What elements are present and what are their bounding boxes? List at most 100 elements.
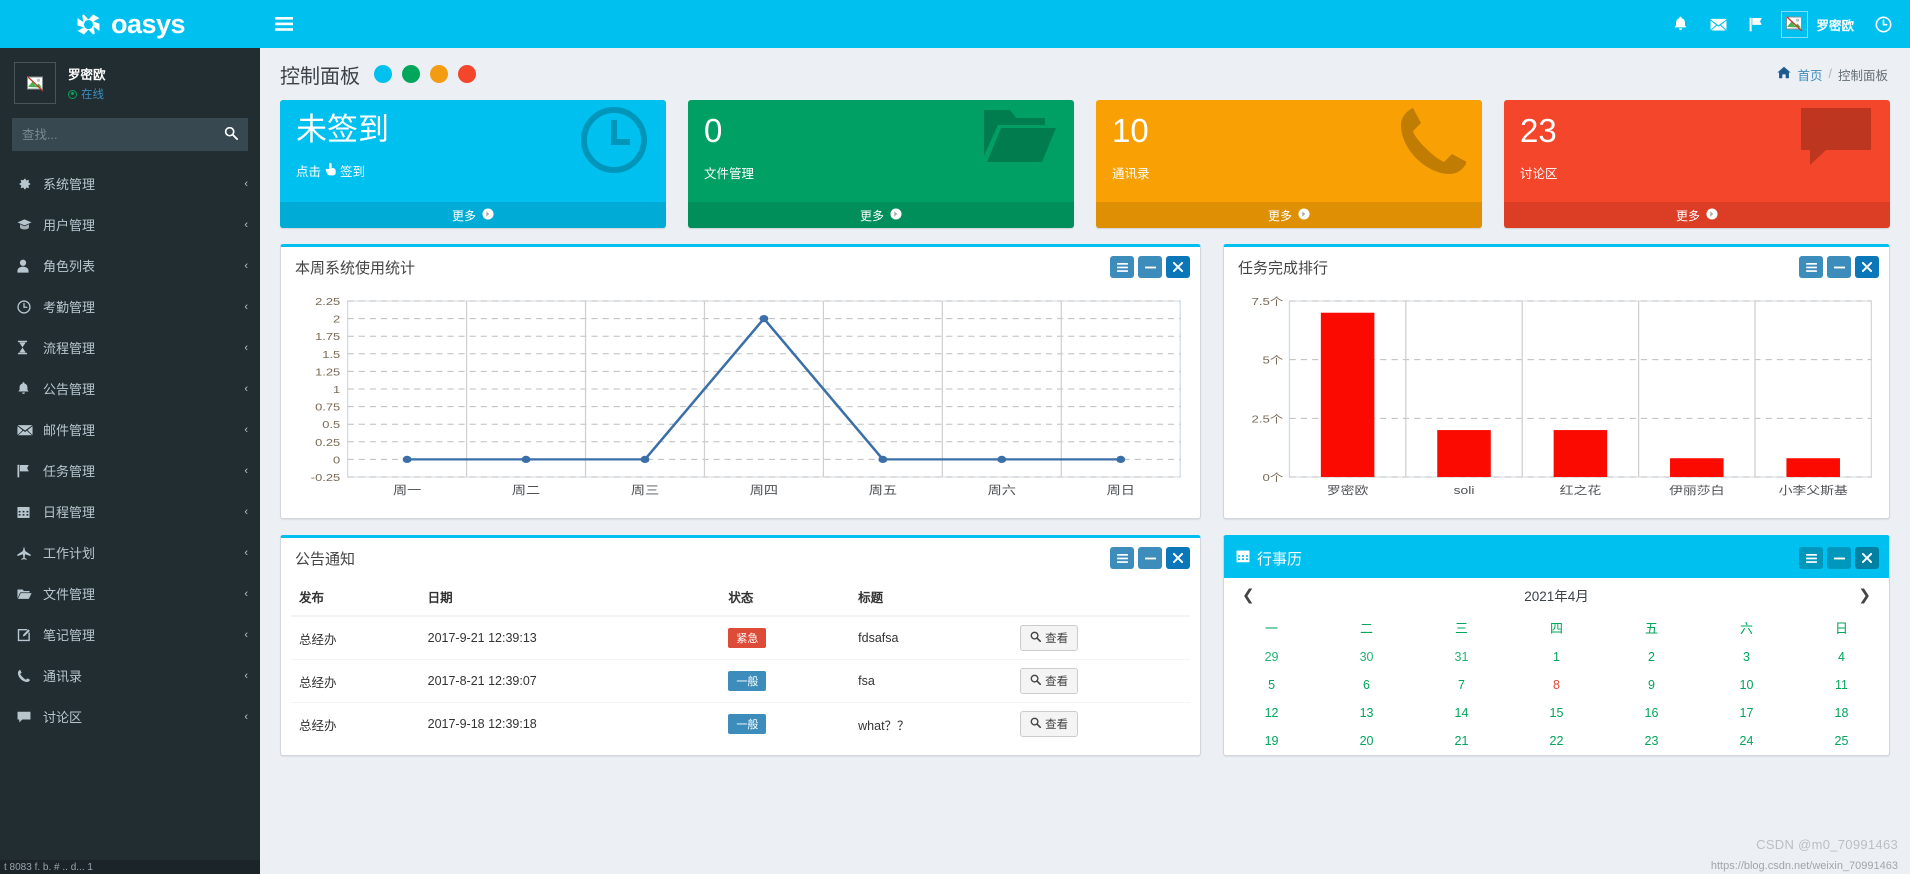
sidebar-item-9[interactable]: 日程管理 ‹ <box>0 491 260 532</box>
calendar-day-cell[interactable]: 6 <box>1319 671 1414 699</box>
calendar-day-cell[interactable]: 1 <box>1509 643 1604 671</box>
content-body: 未签到 点击 签到 更多 0 文件管理 更多 10 通讯录 更多 23 讨论区 更多 本周系统使用统计 <box>260 100 1910 874</box>
sidebar-item-13[interactable]: 通讯录 ‹ <box>0 655 260 696</box>
minus-icon[interactable] <box>1827 547 1851 569</box>
calendar-day-cell[interactable]: 29 <box>1224 643 1319 671</box>
envelope-icon[interactable] <box>1699 0 1737 48</box>
sidebar-item-7[interactable]: 邮件管理 ‹ <box>0 409 260 450</box>
info-box-label: 文件管理 <box>704 166 755 181</box>
sidebar-item-3[interactable]: 角色列表 ‹ <box>0 245 260 286</box>
skin-dot-3[interactable] <box>430 65 448 83</box>
notice-publisher: 总经办 <box>291 615 420 660</box>
calendar-day-cell[interactable]: 4 <box>1794 643 1889 671</box>
breadcrumb-home[interactable]: 首页 <box>1797 65 1822 84</box>
calendar-day-cell[interactable]: 13 <box>1319 699 1414 727</box>
calendar-day-cell[interactable]: 24 <box>1699 727 1794 755</box>
sidebar-item-1[interactable]: 系统管理 ‹ <box>0 163 260 204</box>
calendar-day-cell[interactable]: 22 <box>1509 727 1604 755</box>
view-button[interactable]: 查看 <box>1020 711 1079 737</box>
brand-logo[interactable]: oasys <box>0 0 260 48</box>
calendar-day-cell[interactable]: 20 <box>1319 727 1414 755</box>
calendar-day-cell[interactable]: 21 <box>1414 727 1509 755</box>
edit-square-icon <box>17 628 39 642</box>
close-icon[interactable] <box>1855 256 1879 278</box>
calendar-day-cell[interactable]: 23 <box>1604 727 1699 755</box>
minus-icon[interactable] <box>1827 256 1851 278</box>
calendar-day-cell[interactable]: 11 <box>1794 671 1889 699</box>
topbar-user[interactable]: 罗密欧 <box>1775 0 1864 48</box>
calendar-day-cell[interactable]: 12 <box>1224 699 1319 727</box>
info-box-3[interactable]: 10 通讯录 更多 <box>1096 100 1482 228</box>
search-submit-button[interactable] <box>214 118 248 151</box>
sidebar-item-2[interactable]: 用户管理 ‹ <box>0 204 260 245</box>
sidebar-item-5[interactable]: 流程管理 ‹ <box>0 327 260 368</box>
info-box-more-link[interactable]: 更多 <box>1096 202 1482 228</box>
sidebar-item-11[interactable]: 文件管理 ‹ <box>0 573 260 614</box>
notice-table-header-3: 状态 <box>720 578 851 617</box>
home-icon <box>1777 66 1792 82</box>
line-chart-canvas: 2.25 2 1.75 1.5 1.25 1 0.75 0.5 0.25 0 -0.25 周一 周二 周三… <box>291 295 1190 512</box>
svg-text:5个: 5个 <box>1263 354 1284 366</box>
info-box-body: 未签到 点击 签到 <box>280 100 666 202</box>
calendar-day-cell[interactable]: 19 <box>1224 727 1319 755</box>
view-button[interactable]: 查看 <box>1020 668 1079 694</box>
calendar-day-cell[interactable]: 14 <box>1414 699 1509 727</box>
hamburger-icon[interactable] <box>260 0 308 48</box>
notice-date: 2017-9-21 12:39:13 <box>419 615 721 660</box>
close-icon[interactable] <box>1166 256 1191 278</box>
svg-text:7.5个: 7.5个 <box>1252 295 1284 307</box>
sidebar-item-14[interactable]: 讨论区 ‹ <box>0 696 260 737</box>
info-box-body: 0 文件管理 <box>688 100 1074 202</box>
info-box-4[interactable]: 23 讨论区 更多 <box>1504 100 1890 228</box>
flag-icon[interactable] <box>1737 0 1775 48</box>
info-box-more-label: 更多 <box>1267 208 1292 223</box>
skin-dot-4[interactable] <box>458 65 476 83</box>
calendar-day-cell[interactable]: 9 <box>1604 671 1699 699</box>
calendar-day-cell[interactable]: 16 <box>1604 699 1699 727</box>
calendar-day-cell[interactable]: 7 <box>1414 671 1509 699</box>
bell-icon[interactable] <box>1661 0 1699 48</box>
chevron-right-icon[interactable]: ❯ <box>1852 586 1877 604</box>
search-input[interactable] <box>12 127 214 142</box>
view-button[interactable]: 查看 <box>1020 625 1079 651</box>
sidebar-item-10[interactable]: 工作计划 ‹ <box>0 532 260 573</box>
notice-title: fsa <box>850 659 1013 703</box>
calendar-day-cell[interactable]: 17 <box>1699 699 1794 727</box>
calendar-day-cell[interactable]: 8 <box>1509 671 1604 699</box>
sidebar-item-4[interactable]: 考勤管理 ‹ <box>0 286 260 327</box>
skin-dot-2[interactable] <box>402 65 420 83</box>
skin-dot-1[interactable] <box>374 65 392 83</box>
close-icon[interactable] <box>1166 547 1191 569</box>
clock-icon[interactable] <box>1864 0 1902 48</box>
info-box-more-link[interactable]: 更多 <box>280 202 666 228</box>
calendar-day-cell[interactable]: 15 <box>1509 699 1604 727</box>
calendar-day-cell[interactable]: 2 <box>1604 643 1699 671</box>
info-box-sub: 文件管理 <box>704 163 1058 182</box>
info-box-more-link[interactable]: 更多 <box>688 202 1074 228</box>
minus-icon[interactable] <box>1138 256 1163 278</box>
bars-icon[interactable] <box>1799 256 1823 278</box>
sidebar-item-8[interactable]: 任务管理 ‹ <box>0 450 260 491</box>
calendar-day-cell[interactable]: 25 <box>1794 727 1889 755</box>
status-badge: 一般 <box>728 714 767 734</box>
info-box-1[interactable]: 未签到 点击 签到 更多 <box>280 100 666 228</box>
sidebar-item-6[interactable]: 公告管理 ‹ <box>0 368 260 409</box>
info-box-2[interactable]: 0 文件管理 更多 <box>688 100 1074 228</box>
sidebar-item-12[interactable]: 笔记管理 ‹ <box>0 614 260 655</box>
minus-icon[interactable] <box>1138 547 1163 569</box>
calendar-day-cell[interactable]: 10 <box>1699 671 1794 699</box>
bars-icon[interactable] <box>1110 256 1135 278</box>
info-box-more-link[interactable]: 更多 <box>1504 202 1890 228</box>
close-icon[interactable] <box>1855 547 1879 569</box>
chevron-left-icon[interactable]: ❮ <box>1236 586 1261 604</box>
bars-icon[interactable] <box>1799 547 1823 569</box>
search-icon <box>1030 674 1042 688</box>
calendar-day-cell[interactable]: 30 <box>1319 643 1414 671</box>
calendar-day-cell[interactable]: 5 <box>1224 671 1319 699</box>
bar-chart-title: 任务完成排行 <box>1238 259 1329 277</box>
calendar-day-cell[interactable]: 3 <box>1699 643 1794 671</box>
calendar-day-cell[interactable]: 18 <box>1794 699 1889 727</box>
bars-icon[interactable] <box>1110 547 1135 569</box>
calendar-day-cell[interactable]: 31 <box>1414 643 1509 671</box>
sidebar-user-panel[interactable]: 罗密欧 在线 <box>0 48 260 118</box>
